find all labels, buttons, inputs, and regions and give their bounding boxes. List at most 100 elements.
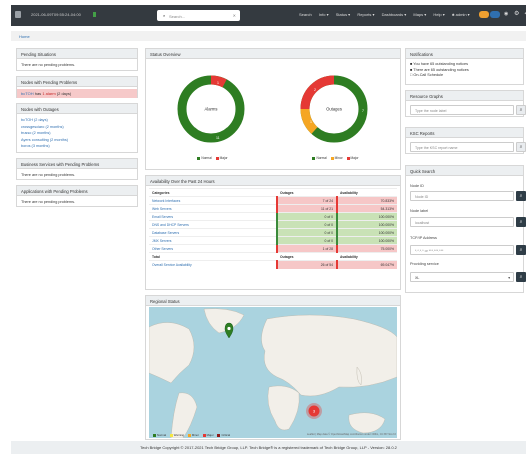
nav-maps[interactable]: Maps ▾ [413,12,426,17]
legend-major-swatch [202,433,206,437]
category-link[interactable]: Email Servers [149,212,277,221]
card-body: There are no pending problems. [21,200,76,204]
legend-label: Major [206,433,214,437]
world-map[interactable]: 3 [149,307,397,438]
outages-donut[interactable]: Outages 2 1 7 [300,75,368,143]
availability-cell: 54.313% [336,204,397,213]
node-link[interactable]: bcTOH [21,91,34,96]
category-link[interactable]: Network Interfaces [149,196,277,205]
category-link[interactable]: Other Servers [149,244,277,253]
col-categories: Categories [149,188,277,197]
providing-service-select[interactable]: XL ▾ [410,272,514,282]
pending-node-row: bcTOH has 1 alarm (2 days) [17,89,137,98]
notification-text: There are 65 outstanding notices [413,67,469,72]
search-box[interactable]: ⌕ Search... ✕ [157,10,240,21]
ksc-report-search-button[interactable]: ⌕ [516,142,526,152]
node-id-input[interactable]: Node ID [410,191,514,201]
providing-service-label: Providing service [410,262,439,266]
outage-cell[interactable]: 7 of 24 [276,196,337,205]
alarm-badge[interactable] [490,11,500,18]
providing-service-search-button[interactable]: ⌕ [516,272,526,282]
table-header-total: Total Outages Availability [149,252,397,261]
list-item[interactable]: boros (3 months) [21,143,133,150]
resource-graph-search-button[interactable]: ⌕ [516,105,526,115]
outage-cell[interactable]: 0 of 0 [276,212,337,221]
availability-cell: 70.833% [336,196,397,205]
outages-legend: Normal Minor Major [286,156,382,160]
legend-major-swatch [346,156,350,160]
map-attribution[interactable]: Leaflet | Map data © OpenStreetMap contr… [307,433,396,436]
outage-cell[interactable]: 0 of 0 [276,228,337,237]
legend-minor-swatch [187,433,191,437]
search-icon: ⌕ [519,193,523,198]
category-link[interactable]: Web Servers [149,204,277,213]
legend-minor-swatch [330,156,334,160]
server-clock: 2021-06-09T09:55:24-04:00 [31,12,81,17]
table-row: Web Servers 11 of 21 54.313% [149,204,397,213]
nav-search[interactable]: Search [299,12,312,17]
card-title: Notifications [406,49,523,59]
notice-badge[interactable] [479,11,489,18]
table-row: Database Servers 0 of 0 100.000% [149,228,397,237]
nav-user[interactable]: ♣ admin ▾ [452,12,470,17]
availability-cell: 100.000% [336,236,397,245]
search-icon: ⌕ [519,107,523,112]
ksc-report-input[interactable]: Type the KSC report name [410,142,514,152]
category-link[interactable]: Database Servers [149,228,277,237]
nav-help[interactable]: Help ▾ [433,12,444,17]
map-land-greenland [203,308,245,334]
availability-cell: 100.000% [336,228,397,237]
gear-icon[interactable]: ⚙ [514,10,519,17]
map-land-eurasia [261,314,397,397]
outage-cell[interactable]: 26 of 54 [276,260,337,269]
legend-label: Normal [316,156,327,160]
legend-normal-swatch [153,433,156,437]
nav-status[interactable]: Status ▾ [336,12,350,17]
table-header: Categories Outages Availability [149,188,397,197]
card-body: There are no pending problems. [21,173,76,177]
node-label-input[interactable]: localhost [410,217,514,227]
nav-reports[interactable]: Reports ▾ [357,12,374,17]
ip-address-input[interactable]: *.*.*.* or ***.***.*** [410,245,514,255]
overall-availability-link[interactable]: Overall Service Availability [149,260,277,269]
outage-cell[interactable]: 0 of 0 [276,236,337,245]
nav-dashboards[interactable]: Dashboards ▾ [382,12,407,17]
map-marker-green[interactable] [224,322,234,339]
resource-graph-input[interactable]: Type the node label [410,105,514,115]
outage-cell[interactable]: 0 of 0 [276,220,337,229]
node-id-search-button[interactable]: ⌕ [516,191,526,201]
card-title: Status Overview [146,49,400,59]
map-tiles[interactable]: 3 [149,307,397,438]
search-icon: ⌕ [519,247,523,252]
table-row: JMX Servers 0 of 0 100.000% [149,236,397,245]
notification-item[interactable]: □ On-Call Schedule [410,73,519,79]
ip-address-search-button[interactable]: ⌕ [516,245,526,255]
category-link[interactable]: DNS and DHCP Servers [149,220,277,229]
ip-address-label: TCP/IP Address [410,236,437,240]
search-icon: ⌕ [519,274,523,279]
category-link[interactable]: JMX Servers [149,236,277,245]
card-title: Pending Situations [17,49,137,59]
alarm-link[interactable]: 1 alarm [42,91,55,96]
outage-cell[interactable]: 11 of 21 [276,204,337,213]
resource-graphs-card: Resource Graphs Type the node label ⌕ [405,90,526,117]
card-title: Nodes with Pending Problems [17,77,137,87]
alarms-donut[interactable]: Alarms 1 11 [177,75,245,143]
map-cluster-marker[interactable]: 3 [306,403,322,419]
legend-label: Minor [191,433,199,437]
breadcrumb-home[interactable]: Home [19,34,30,39]
legend-label: Minor [334,156,343,160]
legend-label: Critical [221,433,230,437]
outage-cell[interactable]: 1 of 28 [276,244,337,253]
alarms-normal-count: 11 [216,136,220,140]
search-input[interactable]: Search... [169,14,185,19]
availability-card: Availability Over the Past 24 Hours Cate… [145,175,401,290]
alarm-icon[interactable]: ◉ [504,11,508,17]
nav-info[interactable]: Info ▾ [319,12,329,17]
notification-list: ■ You have 65 outstanding notices ■ Ther… [406,59,523,82]
node-label-search-button[interactable]: ⌕ [516,217,526,227]
availability-cell: 100.000% [336,212,397,221]
brand-icon[interactable] [15,11,21,18]
clear-icon[interactable]: ✕ [233,13,236,18]
legend-label: Warning [173,433,185,437]
